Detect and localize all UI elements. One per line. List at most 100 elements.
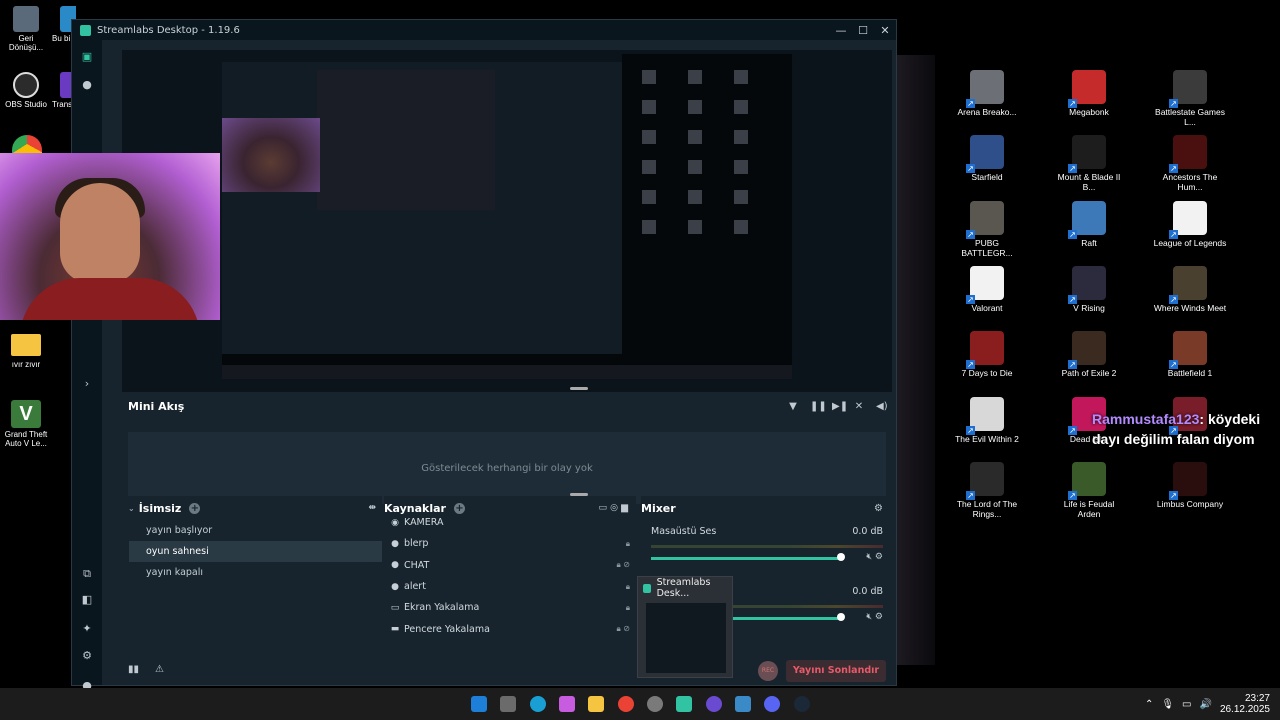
desktop-shortcut[interactable]: Where Winds Meet [1153,265,1227,313]
desktop-shortcut[interactable]: V Rising [1052,265,1126,313]
lock-icon[interactable]: 🔒︎ [626,603,630,613]
source-item[interactable]: ● CHAT 🔒︎ ⊘ [384,555,636,576]
volume-icon[interactable]: ◀) [876,401,888,412]
volume-tray-icon[interactable]: 🔊 [1199,699,1211,710]
resize-handle[interactable] [570,387,588,390]
filter-icon[interactable]: ▼ [788,401,798,412]
desktop-shortcut[interactable]: Megabonk [1052,70,1126,117]
desktop-shortcut[interactable]: Arena Breako... [950,70,1024,117]
app-taskbar-icon[interactable] [706,696,722,712]
scene-item[interactable]: yayın başlıyor [129,520,382,541]
chrome-taskbar-icon[interactable] [618,696,634,712]
app-taskbar-icon[interactable] [735,696,751,712]
task-view-icon[interactable] [500,696,516,712]
desktop-shortcut-label: The Evil Within 2 [955,433,1019,444]
clock[interactable]: 23:27 26.12.2025 [1220,693,1270,715]
maximize-button[interactable]: ☐ [852,24,874,37]
game-icon [1169,70,1207,108]
desktop-shortcut[interactable]: Life is Feudal Arden [1052,461,1126,519]
desktop-shortcut-label: Life is Feudal Arden [1063,498,1115,519]
game-icon [966,70,1004,108]
lock-icon[interactable]: 🔒︎ ⊘ [616,624,630,634]
desktop-shortcut[interactable]: Starfield [950,135,1024,182]
desktop-shortcut[interactable]: Battlestate Games L... [1153,70,1227,127]
discord-icon[interactable] [764,696,780,712]
desktop-shortcut[interactable]: Raft [1052,200,1126,248]
lock-icon[interactable]: 🔒︎ [626,539,630,549]
minimize-button[interactable]: — [830,24,852,37]
scenes-title[interactable]: İsimsiz [139,502,182,515]
playback-icon[interactable]: ● [80,78,94,92]
mixer-settings-icon[interactable]: ⚙ [874,503,883,514]
add-source-icon[interactable]: + [453,502,465,514]
game-icon [1068,265,1106,304]
desktop-shortcut[interactable]: Battlefield 1 [1153,331,1227,378]
lock-icon[interactable]: 🔒︎ [626,582,630,592]
left-sidebar: ▣ ● › ⧉ ◧ ✦ ⚙ ● [72,40,102,692]
source-item[interactable]: ▬ Pencere Yakalama 🔒︎ ⊘ [384,618,636,639]
desktop-shortcut[interactable]: PUBG BATTLEGR... [950,200,1024,258]
transition-icon[interactable]: ⇹ [368,503,376,513]
desktop-shortcut[interactable]: Limbus Company [1153,461,1227,509]
taskbar-thumbnail[interactable]: Streamlabs Desk... [637,576,733,678]
desktop-shortcut[interactable]: League of Legends [1153,200,1227,248]
chrome-icon[interactable] [12,135,42,153]
desktop-icon-folder[interactable]: ıvır zıvır [4,334,48,369]
desktop-shortcut[interactable]: The Lord of The Rings... [950,461,1024,519]
mute-settings-icons[interactable]: 🔇︎ ⚙ [866,552,883,562]
recycle-bin-icon [13,6,39,32]
pause-icon[interactable]: ❚❚ [810,401,827,412]
mute-settings-icons[interactable]: 🔇︎ ⚙ [866,612,883,622]
stream-preview[interactable] [122,50,892,395]
source-label: Pencere Yakalama [404,623,490,635]
settings-icon[interactable]: ⚙ [80,649,94,663]
themes-icon[interactable]: ◧ [80,593,94,607]
streamlabs-taskbar-icon[interactable] [676,696,692,712]
desktop-shortcut[interactable]: Path of Exile 2 [1052,331,1126,378]
performance-icon[interactable]: ▮▮ [128,664,139,675]
desktop-shortcut[interactable]: Ancestors The Hum... [1153,135,1227,192]
file-explorer-icon[interactable] [588,696,604,712]
expand-chevron-icon[interactable]: › [80,377,94,391]
desktop-shortcut[interactable]: Valorant [950,265,1024,313]
source-item[interactable]: ● alert 🔒︎ [384,576,636,597]
studio-mode-icon[interactable]: ⧉ [80,567,94,581]
highlighter-icon[interactable]: ✦ [80,622,94,636]
skip-icon[interactable]: ▶❚ [832,401,848,412]
scene-item[interactable]: yayın kapalı [129,562,382,583]
desktop-icon-obs[interactable]: OBS Studio [4,72,48,109]
editor-icon[interactable]: ▣ [80,50,94,64]
lock-icon[interactable]: 🔒︎ ⊘ [616,560,630,570]
desktop-shortcut-label: PUBG BATTLEGR... [961,237,1013,258]
desktop-shortcut[interactable]: 7 Days to Die [950,331,1024,378]
network-icon[interactable]: ▭ [1182,699,1191,710]
volume-slider[interactable]: 🔇︎ ⚙ [651,552,883,564]
start-icon[interactable] [471,696,487,712]
source-tools-icon[interactable]: ▭ ◎ ▆ [598,503,628,513]
tray-chevron-icon[interactable]: ⌃ [1145,699,1153,710]
close-button[interactable]: ✕ [874,24,896,37]
rec-button[interactable]: REC [758,661,778,681]
copilot-icon[interactable] [559,696,575,712]
end-stream-button[interactable]: Yayını Sonlandır [786,660,886,682]
settings-taskbar-icon[interactable] [647,696,663,712]
collapse-chevron-icon[interactable]: ⌄ [128,504,135,513]
source-item[interactable]: ● blerp 🔒︎ [384,533,636,554]
source-item[interactable]: ▭ Ekran Yakalama 🔒︎ [384,597,636,618]
streamlabs-window: Streamlabs Desktop - 1.19.6 — ☐ ✕ ▣ ● › … [71,19,897,692]
alert-notification-icon[interactable]: ⚠ [155,664,164,675]
desktop-shortcut[interactable]: The Evil Within 2 [950,396,1024,444]
microphone-icon[interactable]: 🎙 [1161,699,1174,710]
source-item[interactable]: ◉ KAMERA [384,512,636,533]
edge-icon[interactable] [530,696,546,712]
desktop-shortcut[interactable]: Mount & Blade II B... [1052,135,1126,192]
mute-alerts-icon[interactable]: ✕ [854,401,864,412]
scene-item[interactable]: oyun sahnesi [129,541,382,562]
add-scene-icon[interactable]: + [189,502,201,514]
desktop-icon-gta[interactable]: V Grand Theft Auto V Le... [4,400,48,448]
desktop-shortcut-label: Starfield [971,172,1003,183]
title-bar[interactable]: Streamlabs Desktop - 1.19.6 — ☐ ✕ [72,20,896,40]
steam-icon[interactable] [794,696,810,712]
desktop-icon-recycle-bin[interactable]: Geri Dönüşü... [4,6,48,52]
source-label: alert [404,581,426,593]
